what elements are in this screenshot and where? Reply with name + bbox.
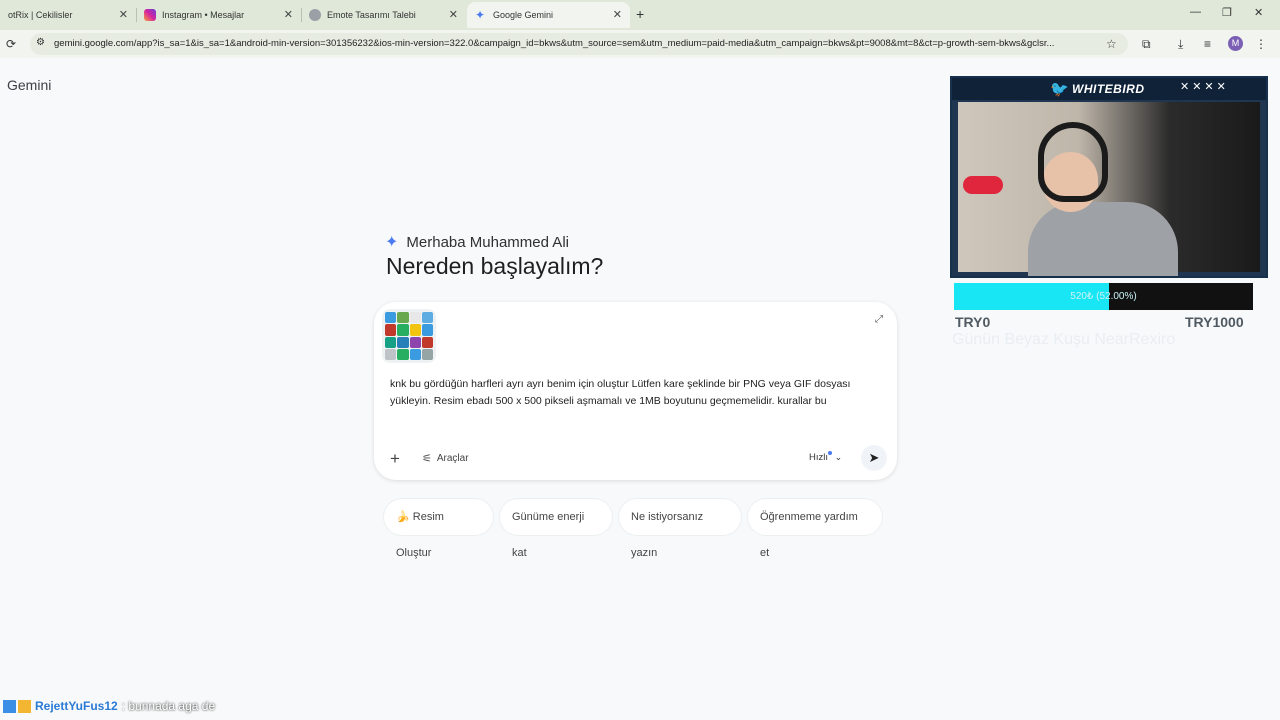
address-bar[interactable]: gemini.google.com/app?is_sa=1&is_sa=1&an… bbox=[30, 33, 1128, 55]
chip-ogrenme[interactable]: Öğrenmeme yardım et bbox=[748, 499, 882, 559]
microphone bbox=[963, 176, 1003, 194]
chip-label: Ne istiyorsanız yazın bbox=[631, 511, 704, 559]
bird-of-day-caption: Günün Beyaz Kuşu NearRexiro bbox=[952, 331, 1176, 348]
chat-username: RejettYuFus12 bbox=[35, 699, 118, 713]
chip-yazin[interactable]: Ne istiyorsanız yazın bbox=[619, 499, 741, 559]
url-text: gemini.google.com/app?is_sa=1&is_sa=1&an… bbox=[54, 38, 1055, 49]
page-title: Nereden başlayalım? bbox=[386, 253, 604, 279]
close-icon[interactable]: ✕ bbox=[119, 8, 128, 21]
chip-label: Öğrenmeme yardım et bbox=[760, 511, 858, 559]
chat-message: RejettYuFus12 : bunnada aga de bbox=[3, 699, 215, 713]
reload-icon[interactable]: ⟳ bbox=[6, 37, 16, 51]
prompt-composer: ⤢ knk bu gördüğün harfleri ayrı ayrı ben… bbox=[374, 302, 897, 480]
browser-toolbar: ⟳ gemini.google.com/app?is_sa=1&is_sa=1&… bbox=[0, 30, 1280, 58]
close-icon[interactable]: ✕ bbox=[613, 8, 622, 21]
uploaded-image-thumbnail[interactable] bbox=[382, 309, 436, 363]
send-icon: ➤ bbox=[868, 450, 880, 465]
crown-icon bbox=[18, 699, 31, 713]
instagram-icon bbox=[144, 9, 156, 21]
webcam-video bbox=[958, 102, 1260, 276]
chip-label: Günüme enerji kat bbox=[512, 511, 585, 559]
badge-icon bbox=[3, 699, 16, 713]
tab-cekilisler[interactable]: otRix | Cekilisler ✕ bbox=[0, 2, 137, 28]
gemini-spark-icon: ✦ bbox=[385, 234, 399, 251]
webcam-overlay: 🐦 WHITEBIRD ✕✕✕✕ bbox=[950, 76, 1268, 278]
add-button[interactable]: + bbox=[390, 449, 400, 469]
greeting-text: Merhaba Muhammed Ali bbox=[406, 233, 569, 251]
tab-instagram[interactable]: Instagram • Mesajlar ✕ bbox=[136, 2, 302, 28]
goal-progress-text: 520₺ (52.00%) bbox=[1070, 291, 1137, 302]
mode-dot bbox=[828, 451, 832, 455]
restore-icon[interactable]: ❐ bbox=[1222, 6, 1232, 19]
chevron-down-icon: ⌄ bbox=[834, 452, 843, 462]
gemini-brand[interactable]: Gemini bbox=[7, 77, 51, 93]
mode-selector[interactable]: Hızlı ⌄ bbox=[809, 451, 843, 463]
close-icon[interactable]: ✕ bbox=[449, 8, 458, 21]
chip-resim-olustur[interactable]: 🍌 Resim Oluştur bbox=[384, 499, 493, 559]
tools-label: Araçlar bbox=[436, 453, 469, 464]
tools-button[interactable]: ⚟ Araçlar bbox=[422, 452, 469, 465]
goal-min: TRY0 bbox=[955, 314, 991, 330]
goal-max: TRY1000 bbox=[1185, 314, 1244, 330]
decorative-x-icons: ✕✕✕✕ bbox=[1180, 81, 1229, 93]
minimize-icon[interactable]: — bbox=[1190, 6, 1201, 18]
sliders-icon: ⚟ bbox=[422, 453, 432, 465]
chip-enerji[interactable]: Günüme enerji kat bbox=[500, 499, 612, 559]
expand-icon[interactable]: ⤢ bbox=[875, 314, 883, 325]
streamer-headphones bbox=[1038, 122, 1108, 202]
bird-logo-icon: 🐦 bbox=[1050, 81, 1069, 98]
mode-label: Hızlı bbox=[809, 452, 828, 463]
site-settings-icon[interactable]: ⚙ bbox=[36, 37, 45, 48]
tab-title: Google Gemini bbox=[493, 10, 554, 20]
close-window-icon[interactable]: ✕ bbox=[1254, 6, 1263, 19]
bookmark-star-icon[interactable]: ☆ bbox=[1106, 37, 1117, 51]
webcam-brand: WHITEBIRD bbox=[1072, 82, 1145, 96]
new-tab-button[interactable]: + bbox=[636, 6, 644, 22]
send-button[interactable]: ➤ bbox=[861, 445, 887, 471]
tab-title: Instagram • Mesajlar bbox=[162, 10, 245, 20]
extensions-icon[interactable]: ⧉ bbox=[1142, 37, 1151, 52]
download-icon[interactable]: ⤓ bbox=[1178, 37, 1183, 52]
close-icon[interactable]: ✕ bbox=[284, 8, 293, 21]
chat-text: : bunnada aga de bbox=[121, 699, 216, 713]
prompt-input[interactable]: knk bu gördüğün harfleri ayrı ayrı benim… bbox=[390, 376, 860, 410]
greeting: ✦ Merhaba Muhammed Ali bbox=[385, 232, 569, 252]
media-icon[interactable]: ≡ bbox=[1204, 37, 1211, 51]
tab-gemini[interactable]: ✦ Google Gemini ✕ bbox=[467, 2, 630, 28]
tab-emote[interactable]: Emote Tasarımı Talebi ✕ bbox=[301, 2, 466, 28]
globe-icon bbox=[309, 9, 321, 21]
tab-title: otRix | Cekilisler bbox=[8, 10, 73, 20]
menu-icon[interactable]: ⋮ bbox=[1255, 37, 1267, 51]
avatar[interactable]: M bbox=[1228, 36, 1243, 51]
webcam-header: 🐦 WHITEBIRD ✕✕✕✕ bbox=[952, 78, 1266, 100]
donation-goal-bar: 520₺ (52.00%) bbox=[954, 283, 1253, 310]
streamer-body bbox=[1028, 202, 1178, 276]
banana-icon: 🍌 bbox=[396, 511, 410, 523]
gemini-spark-icon: ✦ bbox=[475, 8, 486, 22]
tab-strip: otRix | Cekilisler ✕ Instagram • Mesajla… bbox=[0, 0, 1280, 30]
tab-title: Emote Tasarımı Talebi bbox=[327, 10, 416, 20]
